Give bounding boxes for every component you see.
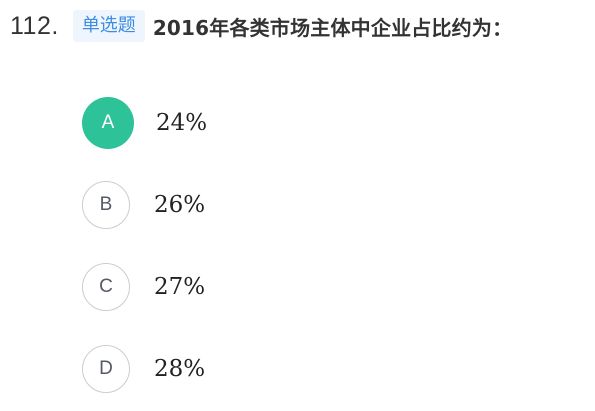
- option-d-circle[interactable]: D: [82, 345, 130, 393]
- question-header: 112. 单选题 2016年各类市场主体中企业占比约为：: [10, 8, 512, 44]
- option-c-text[interactable]: 27%: [154, 274, 205, 300]
- option-b-text[interactable]: 26%: [154, 192, 205, 218]
- option-b[interactable]: B 26%: [82, 179, 207, 231]
- options-list: A 24% B 26% C 27% D 28%: [82, 97, 207, 395]
- option-b-circle[interactable]: B: [82, 181, 130, 229]
- option-a[interactable]: A 24%: [82, 97, 207, 149]
- option-a-circle[interactable]: A: [82, 97, 134, 149]
- question-number: 112.: [10, 11, 59, 40]
- question-type-badge: 单选题: [72, 10, 145, 42]
- option-a-text[interactable]: 24%: [156, 110, 207, 136]
- option-c-circle[interactable]: C: [82, 263, 130, 311]
- option-d[interactable]: D 28%: [82, 343, 207, 395]
- option-d-text[interactable]: 28%: [154, 356, 205, 382]
- option-c[interactable]: C 27%: [82, 261, 207, 313]
- question-text: 2016年各类市场主体中企业占比约为：: [152, 15, 513, 40]
